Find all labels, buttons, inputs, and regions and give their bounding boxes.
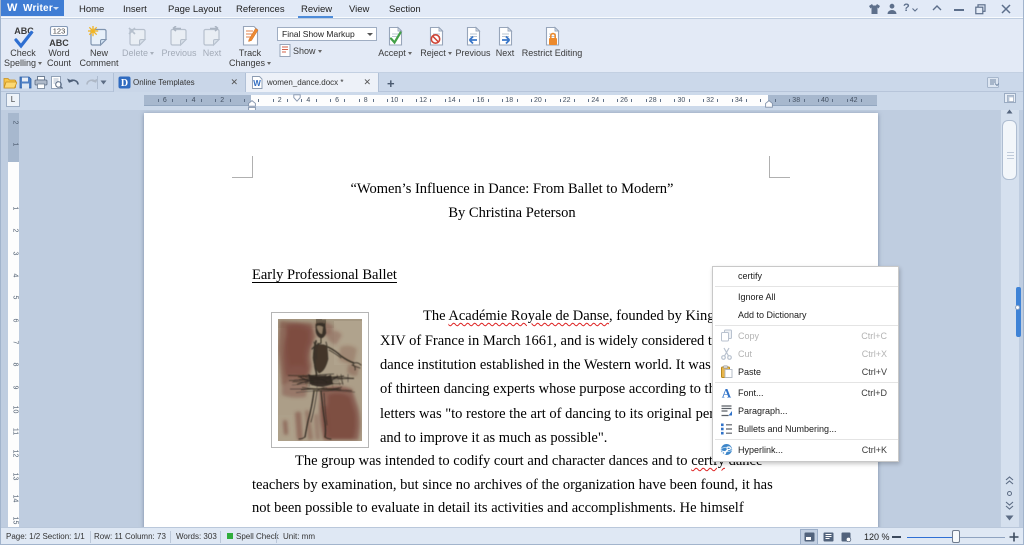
svg-text:123: 123 [53,27,66,36]
svg-text:D: D [121,78,128,89]
svg-text:W: W [253,79,261,88]
svg-text:ABC: ABC [49,38,69,48]
svg-text:A: A [722,386,732,399]
